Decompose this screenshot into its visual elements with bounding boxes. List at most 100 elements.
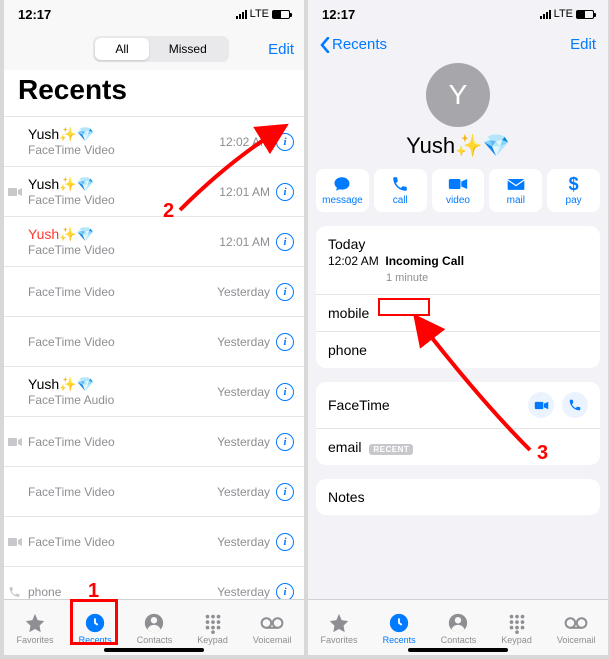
- segment-all[interactable]: All: [95, 38, 148, 60]
- tab-recents[interactable]: Recents: [79, 612, 112, 645]
- tab-recents[interactable]: Recents: [383, 612, 416, 645]
- home-indicator[interactable]: [408, 648, 508, 652]
- page-title: Recents: [4, 70, 304, 116]
- call-duration: 1 minute: [386, 272, 428, 284]
- row-time: Yesterday: [217, 535, 270, 549]
- recent-row[interactable]: FaceTime Video Yesterday i: [4, 316, 304, 366]
- facetime-cell: FaceTime: [316, 382, 600, 428]
- mail-icon: [506, 175, 526, 193]
- row-sub: FaceTime Audio: [28, 393, 217, 407]
- recent-badge: RECENT: [369, 444, 413, 455]
- clock-icon: [84, 612, 106, 634]
- recent-row[interactable]: FaceTime Video Yesterday i: [4, 266, 304, 316]
- cell-label: FaceTime: [328, 397, 390, 413]
- edit-button[interactable]: Edit: [268, 41, 294, 58]
- info-icon[interactable]: i: [276, 183, 294, 201]
- tab-contacts[interactable]: Contacts: [441, 612, 477, 645]
- tab-voicemail[interactable]: Voicemail: [557, 612, 596, 645]
- row-sub: FaceTime Video: [28, 485, 217, 499]
- notes-cell[interactable]: Notes: [316, 479, 600, 515]
- info-icon[interactable]: i: [276, 133, 294, 151]
- video-icon: [8, 437, 22, 447]
- tab-keypad[interactable]: Keypad: [501, 612, 532, 645]
- message-button[interactable]: message: [316, 169, 369, 212]
- segment-missed[interactable]: Missed: [149, 38, 227, 60]
- segmented-control: All Missed: [93, 36, 228, 62]
- back-label: Recents: [332, 36, 387, 53]
- status-time: 12:17: [18, 7, 51, 22]
- phone-icon: [568, 398, 582, 412]
- recent-row[interactable]: Yush✨💎FaceTime Video 12:01 AM i: [4, 216, 304, 266]
- video-icon: [8, 187, 22, 197]
- row-sub: FaceTime Video: [28, 435, 217, 449]
- call-time: 12:02 AM: [328, 254, 379, 268]
- info-icon[interactable]: i: [276, 433, 294, 451]
- recent-row[interactable]: FaceTime Video Yesterday i: [4, 466, 304, 516]
- row-sub: FaceTime Video: [28, 535, 217, 549]
- tab-favorites[interactable]: Favorites: [321, 612, 358, 645]
- info-icon[interactable]: i: [276, 333, 294, 351]
- facetime-video-button[interactable]: [528, 392, 554, 418]
- info-icon[interactable]: i: [276, 533, 294, 551]
- cell-label: phone: [328, 342, 367, 358]
- recent-row[interactable]: FaceTime Video Yesterday i: [4, 416, 304, 466]
- call-type: Incoming Call: [385, 254, 464, 268]
- nav-bar: All Missed Edit: [4, 28, 304, 70]
- row-sub: FaceTime Video: [28, 285, 217, 299]
- today-header: Today: [328, 236, 588, 252]
- call-button[interactable]: call: [374, 169, 427, 212]
- cell-label: mobile: [328, 305, 369, 321]
- action-label: video: [446, 195, 470, 206]
- tab-bar: Favorites Recents Contacts Keypad Voicem…: [308, 599, 608, 655]
- home-indicator[interactable]: [104, 648, 204, 652]
- row-sub: FaceTime Video: [28, 243, 219, 257]
- facetime-audio-button[interactable]: [562, 392, 588, 418]
- info-icon[interactable]: i: [276, 283, 294, 301]
- tab-contacts[interactable]: Contacts: [137, 612, 173, 645]
- row-name: Yush✨💎: [28, 126, 219, 143]
- phone-cell[interactable]: phone: [316, 331, 600, 368]
- recent-row[interactable]: Yush✨💎FaceTime Video 12:01 AM i: [4, 166, 304, 216]
- edit-button[interactable]: Edit: [570, 36, 596, 53]
- row-time: Yesterday: [217, 385, 270, 399]
- contact-avatar[interactable]: Y: [426, 63, 490, 127]
- phone-icon: [390, 175, 410, 193]
- action-label: message: [322, 195, 363, 206]
- battery-icon: [272, 10, 290, 19]
- row-time: Yesterday: [217, 585, 270, 599]
- voicemail-icon: [564, 612, 588, 634]
- row-sub: FaceTime Video: [28, 335, 217, 349]
- video-button[interactable]: video: [432, 169, 485, 212]
- recent-row[interactable]: FaceTime Video Yesterday i: [4, 516, 304, 566]
- info-icon[interactable]: i: [276, 483, 294, 501]
- recent-row[interactable]: Yush✨💎FaceTime Audio Yesterday i: [4, 366, 304, 416]
- pay-button[interactable]: $ pay: [547, 169, 600, 212]
- tab-favorites[interactable]: Favorites: [17, 612, 54, 645]
- info-icon[interactable]: i: [276, 583, 294, 601]
- row-name: Yush✨💎: [28, 376, 217, 393]
- tab-keypad[interactable]: Keypad: [197, 612, 228, 645]
- chevron-left-icon: [320, 37, 330, 53]
- signal-icon: [540, 10, 551, 19]
- tab-label: Keypad: [501, 635, 532, 645]
- phone-icon: [8, 585, 21, 598]
- back-button[interactable]: Recents: [320, 36, 387, 53]
- row-time: Yesterday: [217, 435, 270, 449]
- info-icon[interactable]: i: [276, 233, 294, 251]
- video-icon: [448, 175, 468, 193]
- tab-label: Voicemail: [557, 635, 596, 645]
- status-bar: 12:17 LTE: [308, 0, 608, 28]
- info-icon[interactable]: i: [276, 383, 294, 401]
- row-time: Yesterday: [217, 335, 270, 349]
- person-icon: [143, 612, 165, 634]
- tab-label: Contacts: [137, 635, 173, 645]
- dollar-icon: $: [569, 175, 579, 193]
- tab-voicemail[interactable]: Voicemail: [253, 612, 292, 645]
- recent-row[interactable]: Yush✨💎FaceTime Video 12:02 AM i: [4, 116, 304, 166]
- today-cell: Today 12:02 AM Incoming Call 1 minute: [316, 226, 600, 294]
- mobile-cell[interactable]: mobile: [316, 294, 600, 331]
- email-cell[interactable]: email RECENT: [316, 428, 600, 465]
- mail-button[interactable]: mail: [489, 169, 542, 212]
- recents-list: Yush✨💎FaceTime Video 12:02 AM i Yush✨💎Fa…: [4, 116, 304, 610]
- keypad-icon: [202, 612, 224, 634]
